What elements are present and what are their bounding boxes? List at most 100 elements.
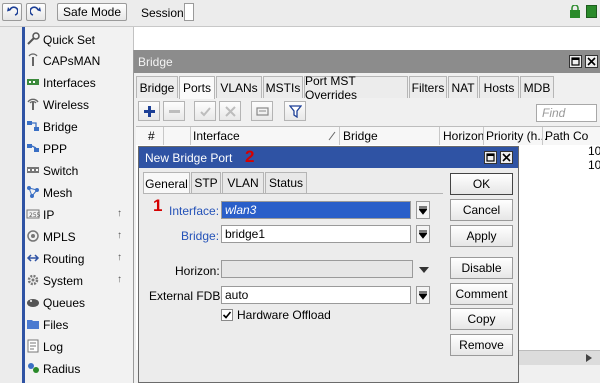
bridge-window-title: Bridge <box>138 55 173 69</box>
sidebar-item-ppp[interactable]: PPP <box>25 138 133 159</box>
sidebar-item-mesh[interactable]: Mesh <box>25 182 133 203</box>
disable-button[interactable] <box>219 101 241 121</box>
dropdown-icon <box>419 230 427 239</box>
disable-button[interactable]: Disable <box>450 257 513 279</box>
sidebar-item-log[interactable]: Log <box>25 336 133 357</box>
sidebar-item-quick-set[interactable]: Quick Set <box>25 29 133 50</box>
undo-button[interactable] <box>2 3 22 21</box>
add-button[interactable] <box>138 101 160 121</box>
tab-filters[interactable]: Filters <box>409 76 447 98</box>
quick-set-icon <box>27 32 40 45</box>
external-fdb-label: External FDB: <box>149 289 224 303</box>
sidebar-item-files[interactable]: Files <box>25 314 133 335</box>
routing-icon <box>26 254 40 262</box>
filter-button[interactable] <box>284 101 306 121</box>
sidebar-item-system[interactable]: System ↑ <box>25 270 133 291</box>
copy-button[interactable]: Copy <box>450 308 513 330</box>
sidebar-item-interfaces[interactable]: Interfaces <box>25 72 133 93</box>
tab-hosts[interactable]: Hosts <box>479 76 519 98</box>
interface-select[interactable]: wlan3 <box>221 201 411 219</box>
remove-button[interactable] <box>163 101 185 121</box>
tab-nat[interactable]: NAT <box>448 76 478 98</box>
tab-vlans[interactable]: VLANs <box>216 76 262 98</box>
comment-button[interactable] <box>251 101 273 121</box>
tab-mdb[interactable]: MDB <box>520 76 554 98</box>
sidebar-item-label: IP <box>43 208 55 222</box>
close-button[interactable] <box>585 55 598 68</box>
sidebar-item-bridge[interactable]: Bridge <box>25 116 133 137</box>
mesh-icon <box>27 186 39 198</box>
capsman-icon <box>28 53 38 66</box>
safe-mode-button[interactable]: Safe Mode <box>57 3 127 21</box>
wireless-icon <box>27 98 39 110</box>
tab-port-mst-overrides[interactable]: Port MST Overrides <box>304 74 408 102</box>
col-path-cost[interactable]: Path Co <box>545 129 588 143</box>
lock-icon <box>570 5 580 18</box>
sidebar-item-label: CAPsMAN <box>43 54 101 68</box>
log-icon <box>27 339 39 353</box>
col-number[interactable]: # <box>148 129 155 143</box>
col-priority[interactable]: Priority (h... <box>486 129 547 143</box>
external-fdb-dropdown-button[interactable] <box>416 286 430 304</box>
submenu-arrow-icon: ↑ <box>117 208 122 219</box>
dialog-maximize-button[interactable] <box>484 151 497 164</box>
horizon-dropdown-icon[interactable] <box>419 267 429 273</box>
bridge-select[interactable]: bridge1 <box>221 225 411 243</box>
hardware-offload-label: Hardware Offload <box>237 308 331 322</box>
sidebar-item-label: Wireless <box>43 98 90 112</box>
sidebar-item-capsman[interactable]: CAPsMAN <box>25 50 133 71</box>
comment-button[interactable]: Comment <box>450 283 513 305</box>
interface-dropdown-button[interactable] <box>416 201 430 219</box>
horizon-input[interactable] <box>221 260 413 278</box>
tab-stp[interactable]: STP <box>191 172 221 193</box>
sidebar-item-routing[interactable]: Routing ↑ <box>25 248 133 269</box>
tab-status[interactable]: Status <box>265 172 307 193</box>
tab-mstis[interactable]: MSTIs <box>263 76 303 98</box>
tab-general[interactable]: General <box>143 172 190 194</box>
plus-icon <box>143 105 155 117</box>
sidebar-item-label: System <box>43 274 84 288</box>
tab-bridge[interactable]: Bridge <box>136 76 178 98</box>
apply-button[interactable]: Apply <box>450 225 513 247</box>
redo-button[interactable] <box>26 3 46 21</box>
sidebar-item-wireless[interactable]: Wireless <box>25 94 133 115</box>
ports-table-header: # Interface Bridge Horizon Priority (h..… <box>136 126 600 146</box>
sidebar-item-switch[interactable]: Switch <box>25 160 133 181</box>
maximize-icon <box>571 57 580 66</box>
remove-button[interactable]: Remove <box>450 334 513 356</box>
tab-ports[interactable]: Ports <box>179 76 215 99</box>
bridge-window-titlebar[interactable]: Bridge <box>134 50 600 73</box>
sidebar-item-ip[interactable]: 255 IP ↑ <box>25 204 133 225</box>
path-cost-cell: 10 <box>588 144 600 158</box>
sidebar-item-mpls[interactable]: MPLS ↑ <box>25 226 133 247</box>
ppp-icon <box>27 144 39 152</box>
sidebar-item-label: Switch <box>43 164 79 178</box>
enable-button[interactable] <box>194 101 216 121</box>
col-horizon[interactable]: Horizon <box>443 129 484 143</box>
switch-icon <box>27 167 39 173</box>
external-fdb-select[interactable]: auto <box>221 286 411 304</box>
maximize-button[interactable] <box>569 55 582 68</box>
dialog-close-button[interactable] <box>500 151 513 164</box>
bridge-dropdown-button[interactable] <box>416 225 430 243</box>
session-field[interactable] <box>184 3 194 21</box>
sidebar-item-label: Radius <box>43 362 81 376</box>
vertical-strip <box>0 27 22 383</box>
dialog-title: New Bridge Port <box>145 151 233 165</box>
sidebar-item-radius[interactable]: Radius <box>25 358 133 379</box>
sidebar-item-label: MPLS <box>43 230 76 244</box>
hardware-offload-checkbox[interactable] <box>221 309 233 321</box>
minus-icon <box>168 109 180 113</box>
dialog-titlebar[interactable]: New Bridge Port 2 <box>139 147 518 168</box>
col-bridge[interactable]: Bridge <box>343 129 378 143</box>
col-interface[interactable]: Interface <box>193 129 240 143</box>
dropdown-icon <box>419 291 427 300</box>
horizontal-scrollbar[interactable] <box>516 350 600 365</box>
ok-button[interactable]: OK <box>450 173 513 195</box>
find-input[interactable]: Find <box>536 104 597 122</box>
cancel-button[interactable]: Cancel <box>450 199 513 221</box>
sidebar-item-label: Quick Set <box>43 33 96 47</box>
tab-vlan[interactable]: VLAN <box>222 172 264 193</box>
sidebar-item-queues[interactable]: Queues <box>25 292 133 313</box>
sort-indicator-icon <box>328 131 336 141</box>
